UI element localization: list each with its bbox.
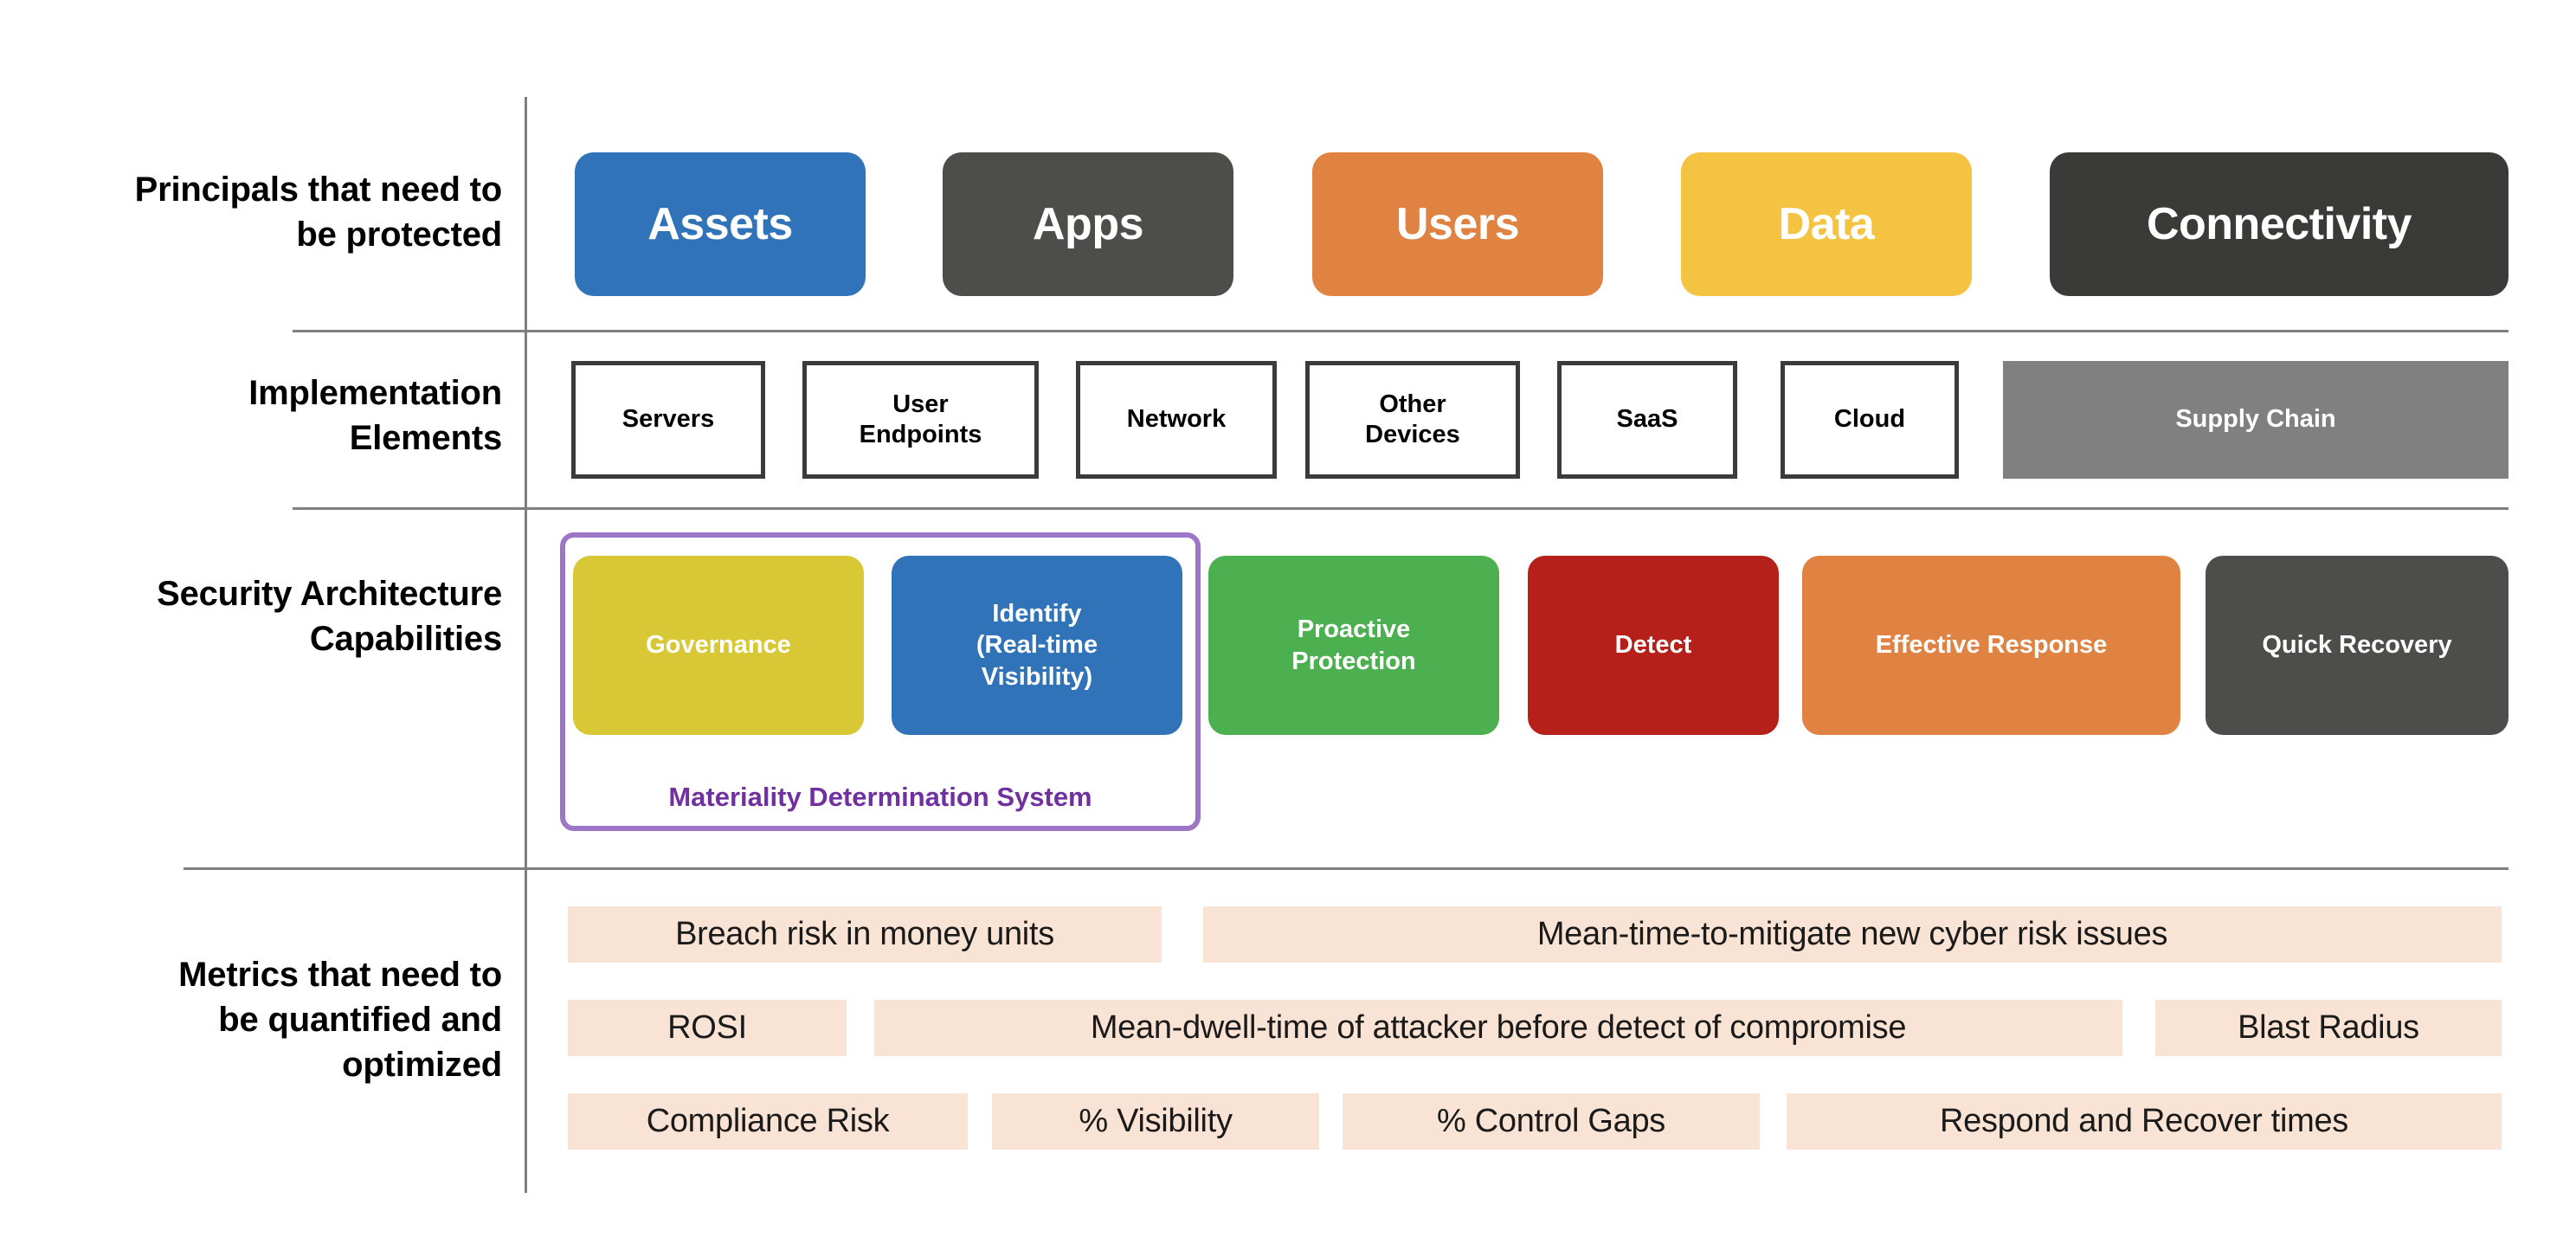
materiality-determination-group-caption: Materiality Determination System: [668, 782, 1092, 812]
principal-box-data[interactable]: Data: [1681, 152, 1972, 296]
metric-pill-percent-control-gaps[interactable]: % Control Gaps: [1343, 1093, 1760, 1150]
metric-pill-rosi[interactable]: ROSI: [568, 1000, 847, 1056]
metric-pill-respond-recover-times[interactable]: Respond and Recover times: [1787, 1093, 2502, 1150]
metric-pill-percent-visibility[interactable]: % Visibility: [992, 1093, 1319, 1150]
diagram-canvas: Principals that need to be protected Ass…: [0, 0, 2576, 1250]
implementation-box-user-endpoints[interactable]: User Endpoints: [802, 361, 1039, 479]
principal-label-data: Data: [1778, 198, 1875, 249]
principal-box-apps[interactable]: Apps: [943, 152, 1233, 296]
column-divider-line: [525, 97, 527, 1193]
implementation-label-user-endpoints: User Endpoints: [859, 390, 982, 448]
metric-pill-compliance-risk[interactable]: Compliance Risk: [568, 1093, 968, 1150]
principal-label-connectivity: Connectivity: [2146, 198, 2412, 249]
metric-label-mean-time-to-mitigate: Mean-time-to-mitigate new cyber risk iss…: [1536, 916, 2168, 952]
implementation-label-servers: Servers: [621, 405, 715, 434]
implementation-label-network: Network: [1126, 405, 1227, 434]
metric-pill-blast-radius[interactable]: Blast Radius: [2155, 1000, 2502, 1056]
capability-box-effective-response[interactable]: Effective Response: [1802, 556, 2180, 735]
capability-box-identify[interactable]: Identify (Real-time Visibility): [892, 556, 1182, 735]
principal-box-assets[interactable]: Assets: [575, 152, 866, 296]
row-label-capabilities: Security Architecture Capabilities: [157, 575, 502, 658]
implementation-box-cloud[interactable]: Cloud: [1781, 361, 1959, 479]
row-label-principals: Principals that need to be protected: [134, 171, 503, 254]
capability-label-detect: Detect: [1614, 631, 1692, 660]
capability-box-quick-recovery[interactable]: Quick Recovery: [2206, 556, 2508, 735]
implementation-label-saas: SaaS: [1616, 405, 1678, 434]
metric-label-breach-risk: Breach risk in money units: [675, 916, 1054, 952]
principal-box-connectivity[interactable]: Connectivity: [2050, 152, 2508, 296]
capability-label-quick-recovery: Quick Recovery: [2262, 631, 2452, 660]
capability-label-identify: Identify (Real-time Visibility): [976, 599, 1098, 691]
principal-box-users[interactable]: Users: [1312, 152, 1603, 296]
metric-label-percent-control-gaps: % Control Gaps: [1436, 1103, 1666, 1139]
row-label-implementation: Implementation Elements: [248, 374, 502, 457]
metric-label-percent-visibility: % Visibility: [1079, 1103, 1233, 1139]
implementation-label-cloud: Cloud: [1833, 405, 1906, 434]
principal-label-assets: Assets: [647, 198, 793, 249]
implementation-box-servers[interactable]: Servers: [571, 361, 765, 479]
implementation-label-supply-chain: Supply Chain: [2175, 405, 2336, 434]
row-divider-principals-implementation: [293, 330, 2508, 332]
implementation-label-other-devices: Other Devices: [1365, 390, 1460, 448]
row-divider-implementation-capabilities: [293, 507, 2508, 510]
metric-label-respond-recover-times: Respond and Recover times: [1940, 1103, 2348, 1139]
row-label-metrics: Metrics that need to be quantified and o…: [178, 956, 502, 1084]
implementation-box-network[interactable]: Network: [1076, 361, 1277, 479]
principal-label-users: Users: [1395, 198, 1520, 249]
metric-label-mean-dwell-time: Mean-dwell-time of attacker before detec…: [1090, 1009, 1907, 1046]
implementation-box-supply-chain[interactable]: Supply Chain: [2003, 361, 2508, 479]
capability-box-proactive-protection[interactable]: Proactive Protection: [1208, 556, 1499, 735]
implementation-box-other-devices[interactable]: Other Devices: [1305, 361, 1520, 479]
metric-label-compliance-risk: Compliance Risk: [646, 1103, 890, 1139]
capability-label-effective-response: Effective Response: [1875, 631, 2108, 660]
metric-label-blast-radius: Blast Radius: [2238, 1009, 2419, 1046]
metric-pill-mean-dwell-time[interactable]: Mean-dwell-time of attacker before detec…: [874, 1000, 2122, 1056]
implementation-box-saas[interactable]: SaaS: [1557, 361, 1737, 479]
metric-label-rosi: ROSI: [667, 1009, 747, 1046]
capability-label-proactive-protection: Proactive Protection: [1291, 615, 1416, 675]
metric-pill-breach-risk[interactable]: Breach risk in money units: [568, 906, 1162, 963]
metric-pill-mean-time-to-mitigate[interactable]: Mean-time-to-mitigate new cyber risk iss…: [1203, 906, 2502, 963]
capability-box-governance[interactable]: Governance: [573, 556, 864, 735]
row-divider-capabilities-metrics: [184, 867, 2508, 870]
capability-label-governance: Governance: [646, 631, 791, 660]
principal-label-apps: Apps: [1033, 198, 1144, 249]
capability-box-detect[interactable]: Detect: [1528, 556, 1779, 735]
